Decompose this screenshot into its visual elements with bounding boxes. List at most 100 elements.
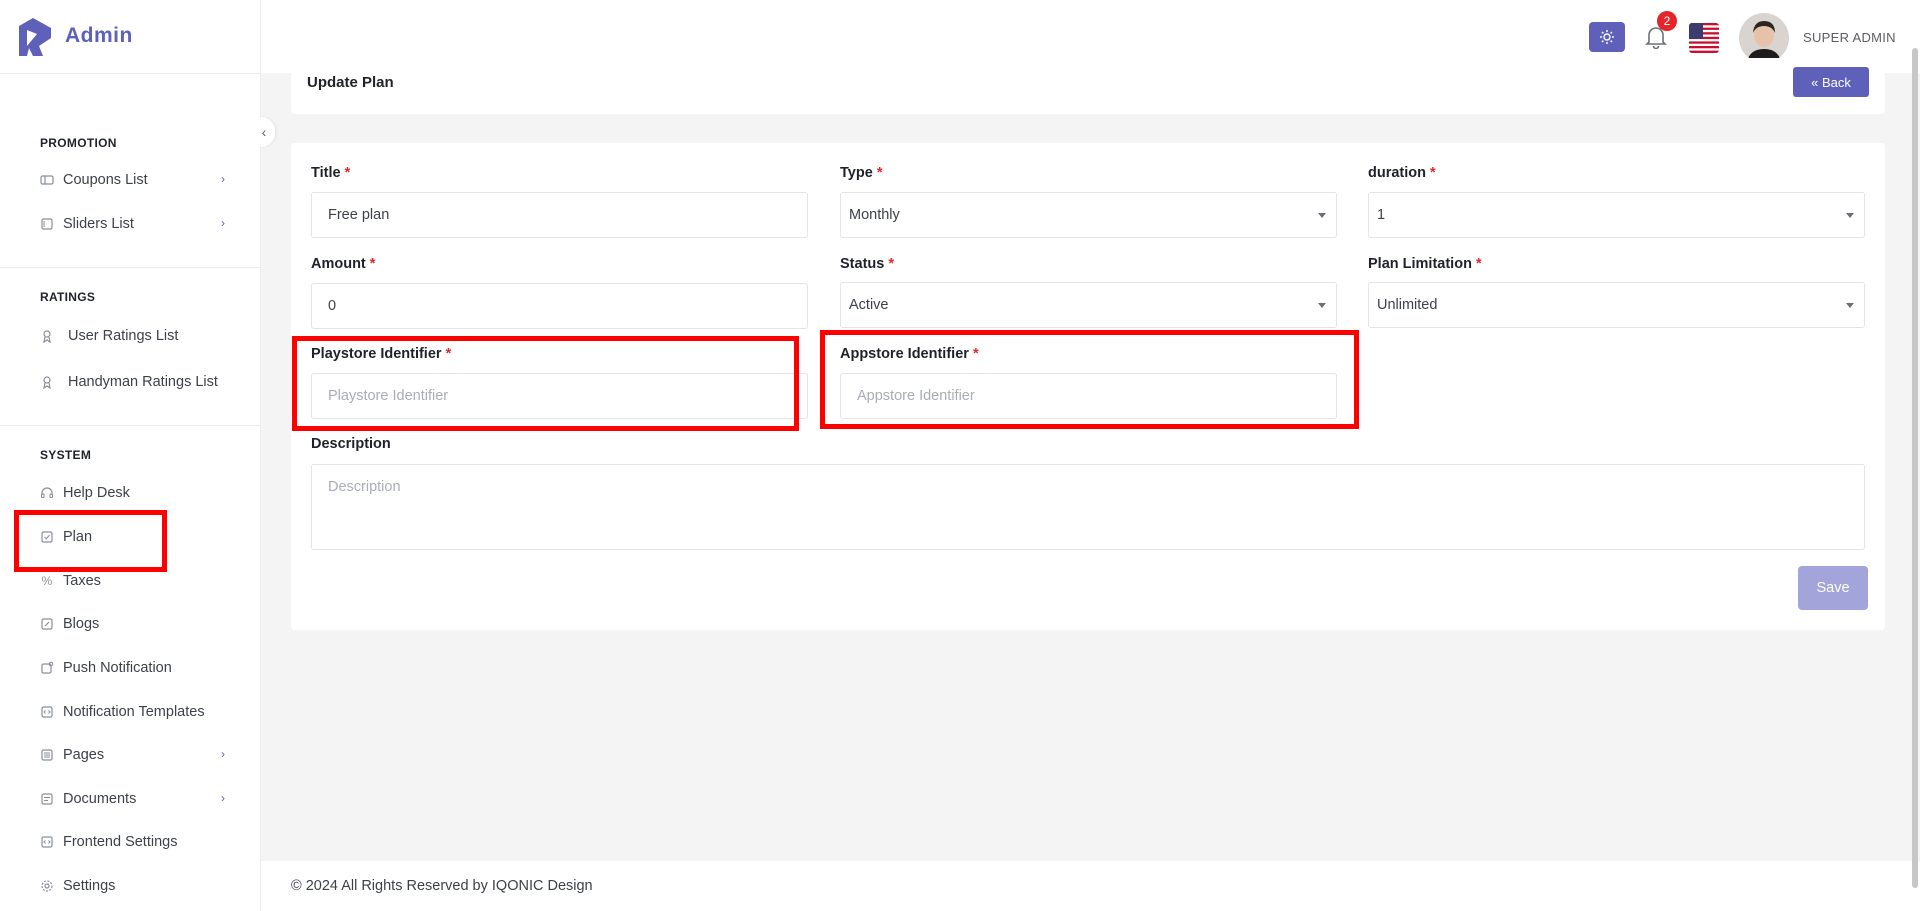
chevron-right-icon: › xyxy=(221,216,225,230)
award-icon xyxy=(40,329,54,343)
status-label: Status * xyxy=(840,256,894,272)
plan-limitation-select[interactable]: Unlimited xyxy=(1368,282,1865,328)
duration-selected-value: 1 xyxy=(1377,207,1386,223)
required-marker: * xyxy=(369,256,376,272)
us-flag-icon xyxy=(1689,23,1719,53)
type-label-text: Type xyxy=(840,165,873,181)
sidebar-item-coupons-list[interactable]: Coupons List › xyxy=(40,168,225,192)
description-label: Description xyxy=(311,436,391,452)
sidebar-item-label: Push Notification xyxy=(63,660,172,676)
duration-select[interactable]: 1 xyxy=(1368,192,1865,238)
sidebar-item-taxes[interactable]: % Taxes xyxy=(40,569,225,593)
amount-input[interactable] xyxy=(311,283,808,329)
plan-limitation-label: Plan Limitation * xyxy=(1368,256,1482,272)
title-input[interactable] xyxy=(311,192,808,238)
required-marker: * xyxy=(344,165,351,181)
status-selected-value: Active xyxy=(849,297,889,313)
sidebar-item-label: Handyman Ratings List xyxy=(68,374,218,390)
avatar-photo xyxy=(1739,13,1789,63)
sidebar-collapse-button[interactable]: ‹ xyxy=(253,117,275,147)
brand[interactable]: Admin xyxy=(0,0,260,72)
sidebar-item-label: Documents xyxy=(63,791,137,807)
save-button[interactable]: Save xyxy=(1798,566,1868,610)
dropdown-caret-icon xyxy=(1846,303,1854,308)
user-name[interactable]: SUPER ADMIN xyxy=(1803,30,1896,45)
section-title-promotion: PROMOTION xyxy=(40,136,117,150)
dropdown-caret-icon xyxy=(1846,213,1854,218)
required-marker: * xyxy=(1475,256,1482,272)
description-textarea[interactable] xyxy=(311,464,1865,550)
sidebar-item-settings[interactable]: Settings xyxy=(40,874,225,898)
dropdown-caret-icon xyxy=(1318,213,1326,218)
sidebar-item-pages[interactable]: Pages › xyxy=(40,743,225,767)
duration-label-text: duration xyxy=(1368,165,1426,181)
page-scrollbar[interactable] xyxy=(1912,48,1918,888)
type-label: Type * xyxy=(840,165,882,181)
slides-icon xyxy=(40,217,54,231)
status-select[interactable]: Active xyxy=(840,282,1337,328)
type-select[interactable]: Monthly xyxy=(840,192,1337,238)
sidebar-item-user-ratings-list[interactable]: User Ratings List xyxy=(40,324,225,348)
sidebar-item-label: User Ratings List xyxy=(68,328,179,344)
chevron-right-icon: › xyxy=(221,747,225,761)
sidebar-item-push-notification[interactable]: Push Notification xyxy=(40,656,225,680)
sidebar-item-label: Notification Templates xyxy=(63,704,205,720)
sun-icon xyxy=(1600,30,1614,44)
blog-icon xyxy=(40,617,54,631)
section-title-system: SYSTEM xyxy=(40,448,92,462)
section-title-ratings: RATINGS xyxy=(40,290,96,304)
required-marker: * xyxy=(876,165,883,181)
highlight-playstore-identifier xyxy=(292,336,799,431)
sidebar-item-label: Pages xyxy=(63,747,105,763)
status-label-text: Status xyxy=(840,256,885,272)
sidebar-item-label: Help Desk xyxy=(63,485,130,501)
dropdown-caret-icon xyxy=(1318,303,1326,308)
chevron-left-icon: ‹ xyxy=(261,124,267,140)
sidebar-item-frontend-settings[interactable]: Frontend Settings xyxy=(40,830,225,854)
code-template-icon xyxy=(40,705,54,719)
sidebar-item-blogs[interactable]: Blogs xyxy=(40,612,225,636)
chevron-right-icon: › xyxy=(221,172,225,186)
sidebar-item-label: Settings xyxy=(63,878,116,894)
footer: © 2024 All Rights Reserved by IQONIC Des… xyxy=(261,861,1920,911)
push-notification-icon xyxy=(40,661,54,675)
language-selector[interactable] xyxy=(1689,23,1719,53)
plan-limitation-label-text: Plan Limitation xyxy=(1368,256,1472,272)
page-title: Update Plan xyxy=(307,74,394,91)
sidebar-item-label: Coupons List xyxy=(63,172,148,188)
sidebar-item-notification-templates[interactable]: Notification Templates xyxy=(40,700,225,724)
sidebar-item-sliders-list[interactable]: Sliders List › xyxy=(40,212,225,236)
copyright-text: © 2024 All Rights Reserved by IQONIC Des… xyxy=(291,878,593,894)
type-selected-value: Monthly xyxy=(849,207,900,223)
sidebar-divider xyxy=(0,267,261,268)
brand-name: Admin xyxy=(65,24,133,47)
sidebar-item-help-desk[interactable]: Help Desk xyxy=(40,481,225,505)
sidebar: Admin PROMOTION Coupons List › Sliders L… xyxy=(0,0,261,911)
notification-count-badge: 2 xyxy=(1657,11,1677,31)
title-label: Title * xyxy=(311,165,350,181)
sidebar-item-label: Sliders List xyxy=(63,216,134,232)
user-avatar[interactable] xyxy=(1739,13,1789,63)
required-marker: * xyxy=(1430,165,1436,181)
duration-label: duration * xyxy=(1368,165,1436,181)
percent-icon: % xyxy=(41,574,53,588)
sidebar-item-label: Taxes xyxy=(63,573,101,589)
headset-icon xyxy=(40,486,54,500)
gear-icon xyxy=(40,879,54,893)
pages-icon xyxy=(40,748,54,762)
plan-limitation-selected-value: Unlimited xyxy=(1377,297,1438,313)
amount-label-text: Amount xyxy=(311,256,366,272)
brand-divider xyxy=(0,73,261,74)
sidebar-item-documents[interactable]: Documents › xyxy=(40,787,225,811)
sidebar-item-handyman-ratings-list[interactable]: Handyman Ratings List xyxy=(40,370,225,394)
back-button[interactable]: « Back xyxy=(1793,67,1869,97)
theme-toggle-button[interactable] xyxy=(1589,22,1625,52)
documents-icon xyxy=(40,792,54,806)
sidebar-divider xyxy=(0,425,261,426)
brand-logo-icon xyxy=(19,18,51,56)
highlight-appstore-identifier xyxy=(820,330,1359,429)
ticket-icon xyxy=(40,173,54,187)
title-label-text: Title xyxy=(311,165,341,181)
page-header-card: Update Plan « Back xyxy=(291,58,1885,114)
amount-label: Amount * xyxy=(311,256,375,272)
